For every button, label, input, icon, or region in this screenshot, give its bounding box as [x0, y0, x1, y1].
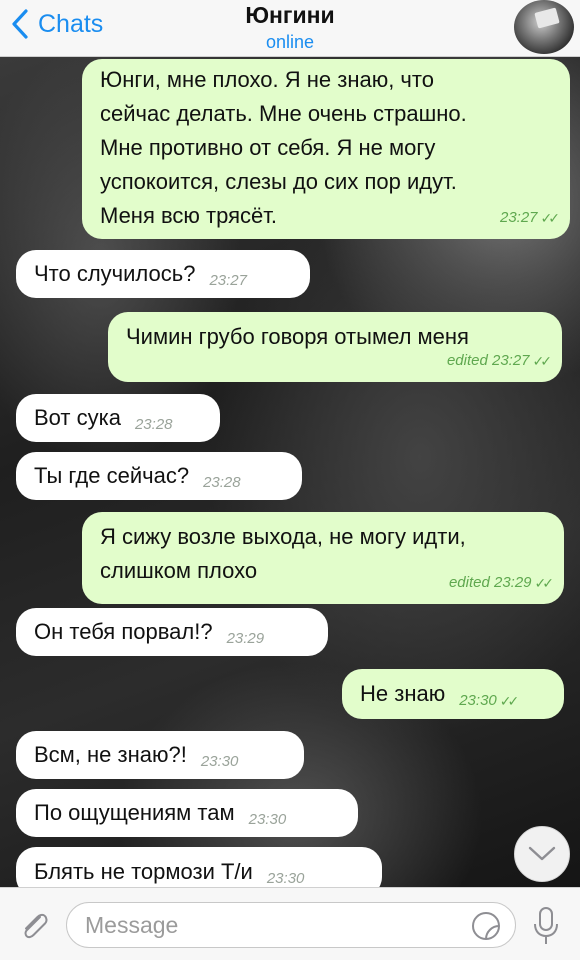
incoming-message[interactable]: Ты где сейчас? 23:28 [16, 452, 302, 500]
message-time: 23:27 [209, 272, 247, 289]
outgoing-message[interactable]: Юнги, мне плохо. Я не знаю, что сейчас д… [82, 59, 570, 239]
microphone-icon[interactable] [532, 906, 560, 946]
message-text: Юнги, мне плохо. Я не знаю, что сейчас д… [100, 67, 467, 228]
chat-header: Chats Юнгини online [0, 0, 580, 57]
incoming-message[interactable]: Что случилось? 23:27 [16, 250, 310, 298]
outgoing-message[interactable]: Я сижу возле выхода, не могу идти, слишк… [82, 512, 564, 604]
incoming-message[interactable]: По ощущениям там 23:30 [16, 789, 358, 837]
message-meta: 23:27 ✓✓ [499, 201, 561, 235]
message-input-bar [0, 887, 580, 960]
incoming-message[interactable]: Вот сука 23:28 [16, 394, 220, 442]
chat-status: online [265, 32, 315, 52]
incoming-message[interactable]: Всм, не знаю?! 23:30 [16, 731, 304, 779]
scroll-down-button[interactable] [514, 826, 570, 882]
sticker-icon[interactable] [470, 910, 502, 942]
chat-title: Юнгини [245, 2, 335, 28]
message-time: 23:30 [200, 753, 239, 770]
message-input[interactable] [66, 902, 516, 948]
message-time: 23:30 [248, 811, 287, 828]
message-time: 23:27 [499, 209, 538, 226]
message-time: 23:30 [266, 870, 305, 887]
message-time: edited 23:27 [446, 352, 530, 369]
message-text: Ты где сейчас? [34, 463, 190, 488]
message-time: edited 23:29 [448, 574, 532, 591]
message-time: 23:28 [203, 474, 241, 491]
avatar[interactable] [514, 0, 574, 54]
read-checks-icon: ✓✓ [534, 575, 555, 591]
message-list[interactable]: Юнги, мне плохо. Я не знаю, что сейчас д… [0, 57, 580, 887]
message-time: 23:28 [134, 416, 173, 433]
outgoing-message[interactable]: Не знаю 23:30 ✓✓ [342, 669, 564, 719]
read-checks-icon: ✓✓ [532, 353, 553, 369]
message-text: Всм, не знаю?! [34, 742, 187, 767]
message-meta: edited 23:27 ✓✓ [446, 344, 553, 378]
outgoing-message[interactable]: Чимин грубо говоря отымел меня edited 23… [108, 312, 562, 382]
incoming-message[interactable]: Он тебя порвал!? 23:29 [16, 608, 328, 656]
read-checks-icon: ✓✓ [499, 693, 520, 709]
paperclip-icon[interactable] [16, 908, 52, 944]
message-meta: 23:30 ✓✓ [459, 684, 520, 718]
incoming-message[interactable]: Блять не тормози Т/и 23:30 [16, 847, 382, 887]
message-text: Блять не тормози Т/и [34, 859, 253, 884]
read-checks-icon: ✓✓ [540, 210, 561, 226]
message-time: 23:29 [226, 630, 265, 647]
message-text: Он тебя порвал!? [34, 619, 213, 644]
message-text: По ощущениям там [34, 800, 235, 825]
message-text: Не знаю [360, 681, 446, 706]
chat-title-block[interactable]: Юнгини online [0, 0, 580, 53]
message-text: Что случилось? [34, 261, 196, 286]
message-meta: edited 23:29 ✓✓ [448, 566, 555, 600]
chevron-down-icon [528, 846, 556, 861]
message-time: 23:30 [459, 692, 497, 709]
message-text: Вот сука [34, 405, 121, 430]
